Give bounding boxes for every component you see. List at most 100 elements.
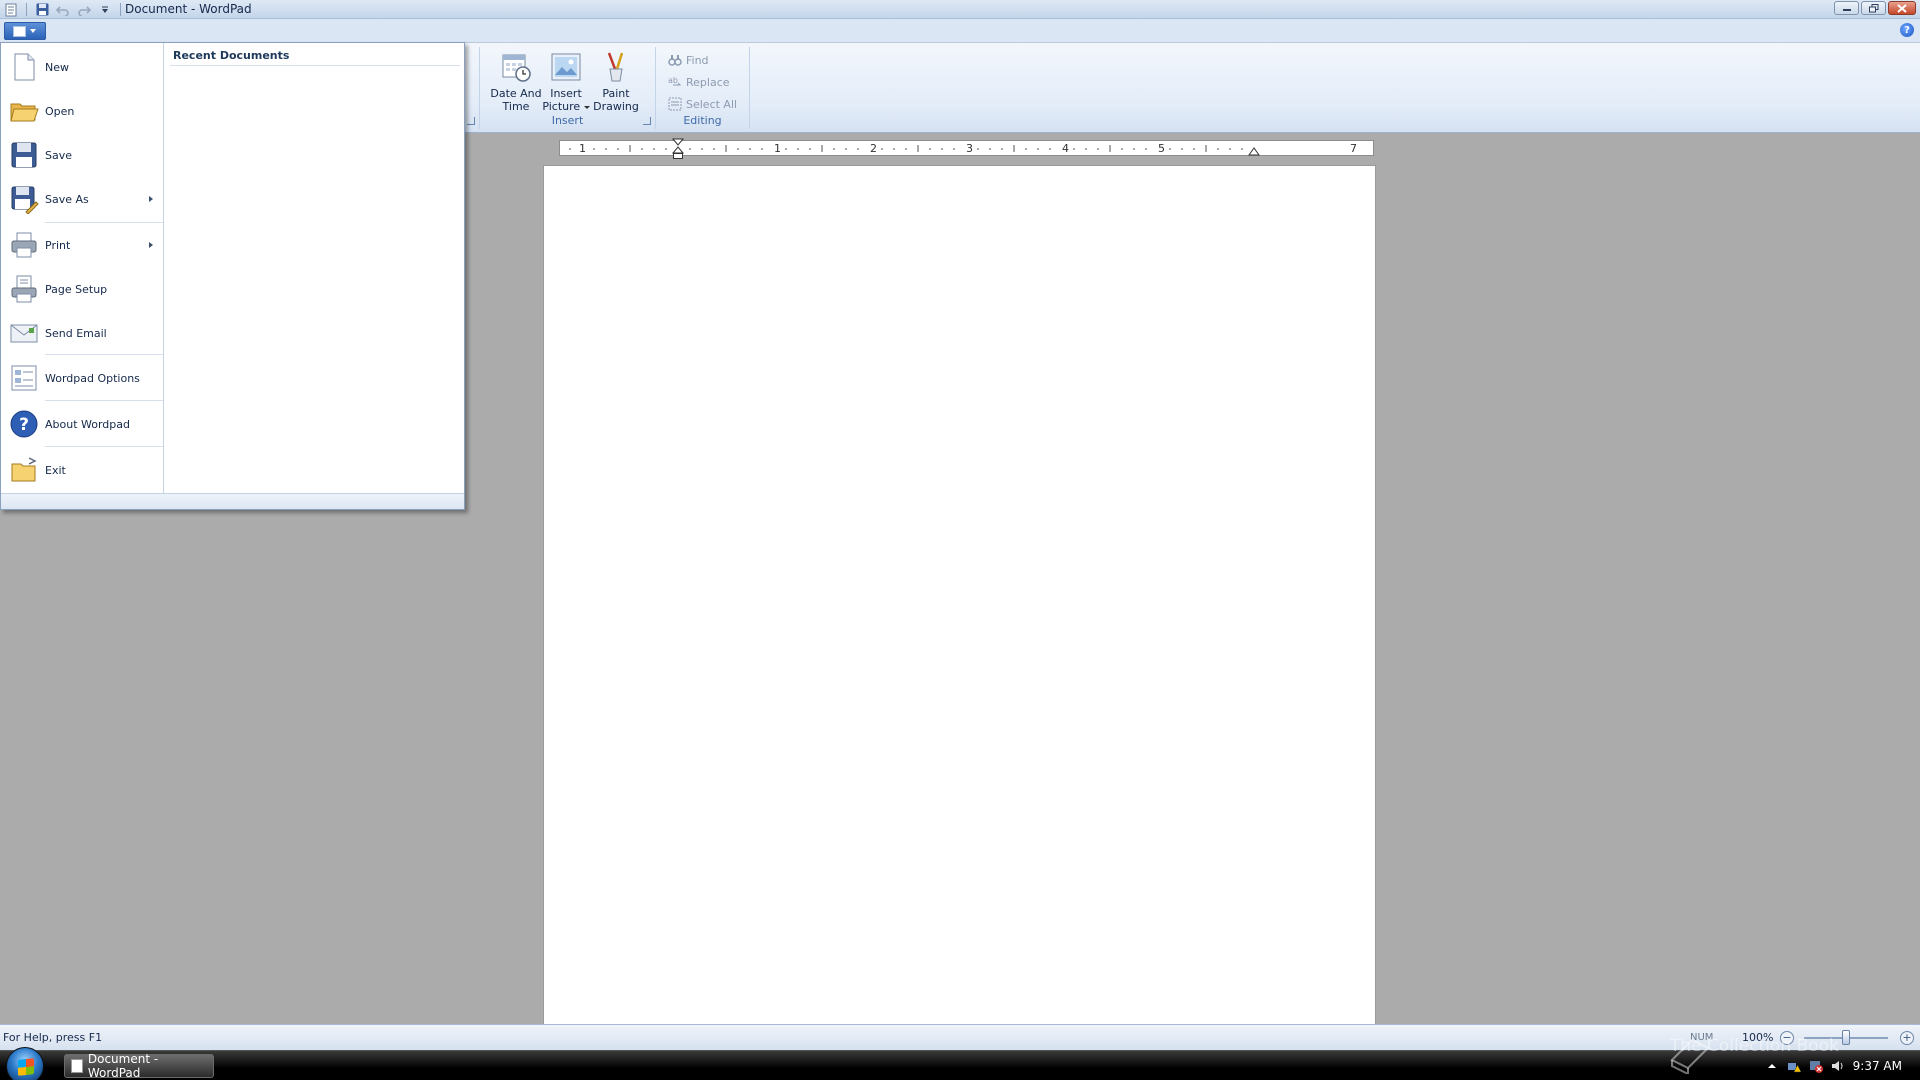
date-and-time-label-1: Date And xyxy=(490,87,542,100)
chevron-down-icon xyxy=(583,105,590,109)
wordpad-app-icon[interactable] xyxy=(2,2,20,18)
select-all-button[interactable]: Select All xyxy=(668,95,737,113)
left-indent-marker[interactable] xyxy=(672,138,684,160)
close-button[interactable] xyxy=(1888,1,1916,15)
recent-documents-panel: Recent Documents xyxy=(164,43,464,493)
ruler-number: 2 xyxy=(870,142,877,155)
app-menu-commands: New Open Save Save As Print Page Setup S… xyxy=(1,43,164,493)
replace-button[interactable]: ab Replace xyxy=(668,73,730,91)
insert-picture-button[interactable]: Insert Picture xyxy=(540,51,592,113)
ruler-number: 4 xyxy=(1062,142,1069,155)
toolbar-separator xyxy=(120,3,121,16)
window-title: Document - WordPad xyxy=(125,2,252,16)
taskbar-wordpad-label: Document - WordPad xyxy=(87,1052,159,1080)
clock[interactable]: 9:37 AM xyxy=(1853,1059,1902,1073)
horizontal-ruler[interactable]: 1 1 2 3 4 5 7 xyxy=(559,138,1374,159)
ribbon-group-editing: Find ab Replace Select All Editing xyxy=(656,47,750,129)
security-alert-icon[interactable] xyxy=(1809,1059,1823,1073)
ribbon-tab-row: ? xyxy=(0,19,1920,43)
submenu-arrow-icon xyxy=(149,242,153,248)
menu-item-save-as-label: Save As xyxy=(45,192,89,206)
application-menu: New Open Save Save As Print Page Setup S… xyxy=(0,42,465,510)
menu-item-print[interactable]: Print xyxy=(1,223,163,267)
menu-item-wordpad-options-label: Wordpad Options xyxy=(45,371,140,385)
document-page[interactable] xyxy=(544,166,1375,1024)
ruler-number: 1 xyxy=(579,142,586,155)
network-warning-icon[interactable] xyxy=(1787,1059,1801,1073)
folder-open-icon xyxy=(9,96,39,126)
help-icon: ? xyxy=(9,409,39,439)
windows-logo-icon xyxy=(18,1058,34,1076)
menu-item-wordpad-options[interactable]: Wordpad Options xyxy=(1,356,163,400)
taskbar: Document - WordPad 9:37 AM xyxy=(0,1047,1920,1080)
menu-separator xyxy=(45,446,163,447)
insert-picture-label-2: Picture xyxy=(540,100,592,113)
recent-documents-separator xyxy=(170,65,460,66)
svg-text:?: ? xyxy=(19,415,29,435)
application-menu-button[interactable] xyxy=(4,22,46,40)
menu-separator xyxy=(45,400,163,401)
wordpad-taskbar-icon xyxy=(71,1059,83,1073)
menu-item-save-as[interactable]: Save As xyxy=(1,177,163,221)
taskbar-wordpad-button[interactable]: Document - WordPad xyxy=(64,1052,214,1080)
menu-item-open[interactable]: Open xyxy=(1,89,163,133)
menu-item-send-email[interactable]: Send Email xyxy=(1,311,163,355)
page-setup-icon xyxy=(9,274,39,304)
menu-item-new[interactable]: New xyxy=(1,45,163,89)
minimize-button[interactable] xyxy=(1834,1,1859,15)
menu-item-exit[interactable]: Exit xyxy=(1,448,163,492)
menu-item-page-setup-label: Page Setup xyxy=(45,282,108,296)
help-icon[interactable]: ? xyxy=(1900,23,1914,37)
status-bar: For Help, press F1 NUM 100% − + xyxy=(0,1024,1920,1050)
replace-icon: ab xyxy=(668,75,682,89)
menu-item-open-label: Open xyxy=(45,104,75,118)
redo-quick-button[interactable] xyxy=(75,2,93,18)
menu-item-about-wordpad[interactable]: ? About Wordpad xyxy=(1,402,163,446)
document-icon xyxy=(13,25,26,37)
insert-picture-label-2-text: Picture xyxy=(542,100,581,113)
ruler-number: 3 xyxy=(966,142,973,155)
date-and-time-button[interactable]: Date And Time xyxy=(490,51,542,113)
find-button[interactable]: Find xyxy=(668,51,709,69)
recent-documents-title: Recent Documents xyxy=(173,49,290,62)
save-quick-button[interactable] xyxy=(33,2,51,18)
binoculars-icon xyxy=(668,53,682,67)
menu-item-page-setup[interactable]: Page Setup xyxy=(1,267,163,311)
exit-folder-icon xyxy=(9,455,39,485)
date-and-time-label-2: Time xyxy=(502,100,530,113)
svg-text:ab: ab xyxy=(668,76,678,85)
editing-group-label: Editing xyxy=(683,114,722,127)
volume-icon[interactable] xyxy=(1831,1059,1845,1073)
menu-item-send-email-label: Send Email xyxy=(45,326,107,340)
insert-picture-label-1: Insert xyxy=(550,87,582,100)
right-indent-marker[interactable] xyxy=(1248,146,1260,156)
ruler-number: 5 xyxy=(1158,142,1165,155)
menu-item-save[interactable]: Save xyxy=(1,133,163,177)
picture-icon xyxy=(550,51,582,83)
customize-quick-access-icon[interactable] xyxy=(96,2,114,18)
title-bar: Document - WordPad xyxy=(0,0,1920,19)
restore-button[interactable] xyxy=(1861,1,1886,15)
zoom-in-button[interactable]: + xyxy=(1900,1031,1914,1045)
new-document-icon xyxy=(9,52,39,82)
show-hidden-icons-icon[interactable] xyxy=(1765,1059,1779,1073)
app-menu-footer xyxy=(1,493,464,509)
paint-drawing-label-2: Drawing xyxy=(593,100,639,113)
quick-access-toolbar xyxy=(2,1,124,18)
menu-item-save-label: Save xyxy=(45,148,73,162)
insert-dialog-launcher[interactable] xyxy=(643,117,651,125)
select-all-label: Select All xyxy=(686,97,738,111)
calendar-clock-icon xyxy=(500,51,532,83)
ruler-number: 1 xyxy=(774,142,781,155)
find-label: Find xyxy=(686,53,709,67)
start-button[interactable] xyxy=(6,1047,44,1080)
paragraph-dialog-launcher[interactable] xyxy=(467,117,475,125)
zoom-slider-thumb[interactable] xyxy=(1842,1030,1850,1045)
menu-item-print-label: Print xyxy=(45,238,71,252)
watermark-text: The Collection Book xyxy=(1670,1036,1839,1056)
save-as-icon xyxy=(9,184,39,215)
printer-icon xyxy=(9,230,39,260)
paint-drawing-button[interactable]: Paint Drawing xyxy=(590,51,642,113)
undo-quick-button[interactable] xyxy=(54,2,72,18)
floppy-disk-icon xyxy=(9,140,39,170)
